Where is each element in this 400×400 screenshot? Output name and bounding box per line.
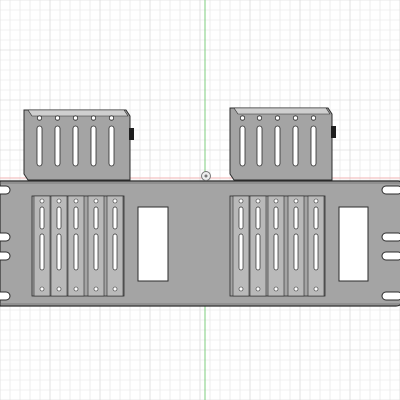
left-bracket-tab (129, 128, 134, 140)
bracket-hole (54, 115, 61, 121)
bracket-slot (256, 125, 263, 167)
slot-lower (93, 233, 99, 271)
slot-hole-top (73, 198, 79, 204)
slot-hole-top (56, 198, 62, 204)
bracket-hole (239, 115, 246, 121)
slot-upper (112, 206, 118, 230)
slot-hole-bottom (313, 286, 319, 292)
rack-panel[interactable] (0, 180, 400, 307)
bracket-hole (90, 115, 97, 121)
slot-lower (56, 233, 62, 271)
slot-upper (93, 206, 99, 230)
slot-upper (238, 206, 244, 230)
left-slot-module[interactable] (31, 195, 125, 297)
bracket-hole (310, 115, 317, 121)
slot-lower (238, 233, 244, 271)
origin-marker-icon[interactable] (201, 171, 211, 181)
right-bracket[interactable] (229, 107, 336, 181)
right-mount-hole-top[interactable] (381, 185, 400, 195)
right-module-slots (232, 195, 325, 297)
slot-lower (313, 233, 319, 271)
slot-upper (39, 206, 45, 230)
bracket-slot (239, 125, 246, 167)
slot-hole-bottom (255, 286, 261, 292)
slot-hole-top (273, 198, 279, 204)
right-mount-hole-bottom[interactable] (381, 291, 400, 301)
right-bracket-tab (331, 126, 336, 138)
left-module-slots (33, 195, 124, 297)
slot-upper (273, 206, 279, 230)
bracket-slot (310, 125, 317, 167)
bracket-hole (274, 115, 281, 121)
right-bracket-top-highlight (233, 107, 331, 115)
slot-lower (112, 233, 118, 271)
left-mount-hole-lower-mid[interactable] (0, 251, 11, 261)
left-bracket-top-highlight (27, 109, 129, 117)
slot-hole-top (39, 198, 45, 204)
slot-hole-bottom (273, 286, 279, 292)
right-mount-hole-lower-mid[interactable] (381, 251, 400, 261)
canvas[interactable] (0, 0, 400, 400)
right-rect-cutout[interactable] (338, 206, 369, 282)
right-mount-hole-upper-mid[interactable] (381, 232, 400, 242)
right-slot-module[interactable] (229, 195, 326, 297)
left-rect-cutout[interactable] (137, 206, 169, 282)
slot-upper (73, 206, 79, 230)
slot-lower (273, 233, 279, 271)
left-mount-hole-bottom[interactable] (0, 291, 11, 301)
bracket-slot (54, 125, 61, 167)
slot-hole-bottom (238, 286, 244, 292)
slot-hole-bottom (56, 286, 62, 292)
slot-upper (293, 206, 299, 230)
slot-hole-bottom (293, 286, 299, 292)
bracket-hole (36, 115, 43, 121)
slot-hole-top (313, 198, 319, 204)
bracket-hole (256, 115, 263, 121)
bracket-slot (108, 125, 115, 167)
left-mount-hole-upper-mid[interactable] (0, 232, 11, 242)
slot-lower (255, 233, 261, 271)
bracket-hole (72, 115, 79, 121)
slot-hole-top (293, 198, 299, 204)
bracket-slot (292, 125, 299, 167)
bracket-hole (292, 115, 299, 121)
slot-hole-top (255, 198, 261, 204)
bracket-slot (36, 125, 43, 167)
slot-hole-top (93, 198, 99, 204)
slot-upper (56, 206, 62, 230)
bracket-slot (274, 125, 281, 167)
slot-upper (313, 206, 319, 230)
left-bracket[interactable] (23, 109, 134, 181)
slot-hole-bottom (73, 286, 79, 292)
bracket-slot (90, 125, 97, 167)
slot-lower (73, 233, 79, 271)
slot-hole-top (238, 198, 244, 204)
left-mount-hole-top[interactable] (0, 185, 11, 195)
bracket-hole (108, 115, 115, 121)
cad-viewport[interactable] (0, 0, 400, 400)
slot-lower (39, 233, 45, 271)
slot-hole-bottom (112, 286, 118, 292)
slot-hole-bottom (39, 286, 45, 292)
slot-upper (255, 206, 261, 230)
bracket-slot (72, 125, 79, 167)
slot-hole-top (112, 198, 118, 204)
slot-hole-bottom (93, 286, 99, 292)
slot-lower (293, 233, 299, 271)
